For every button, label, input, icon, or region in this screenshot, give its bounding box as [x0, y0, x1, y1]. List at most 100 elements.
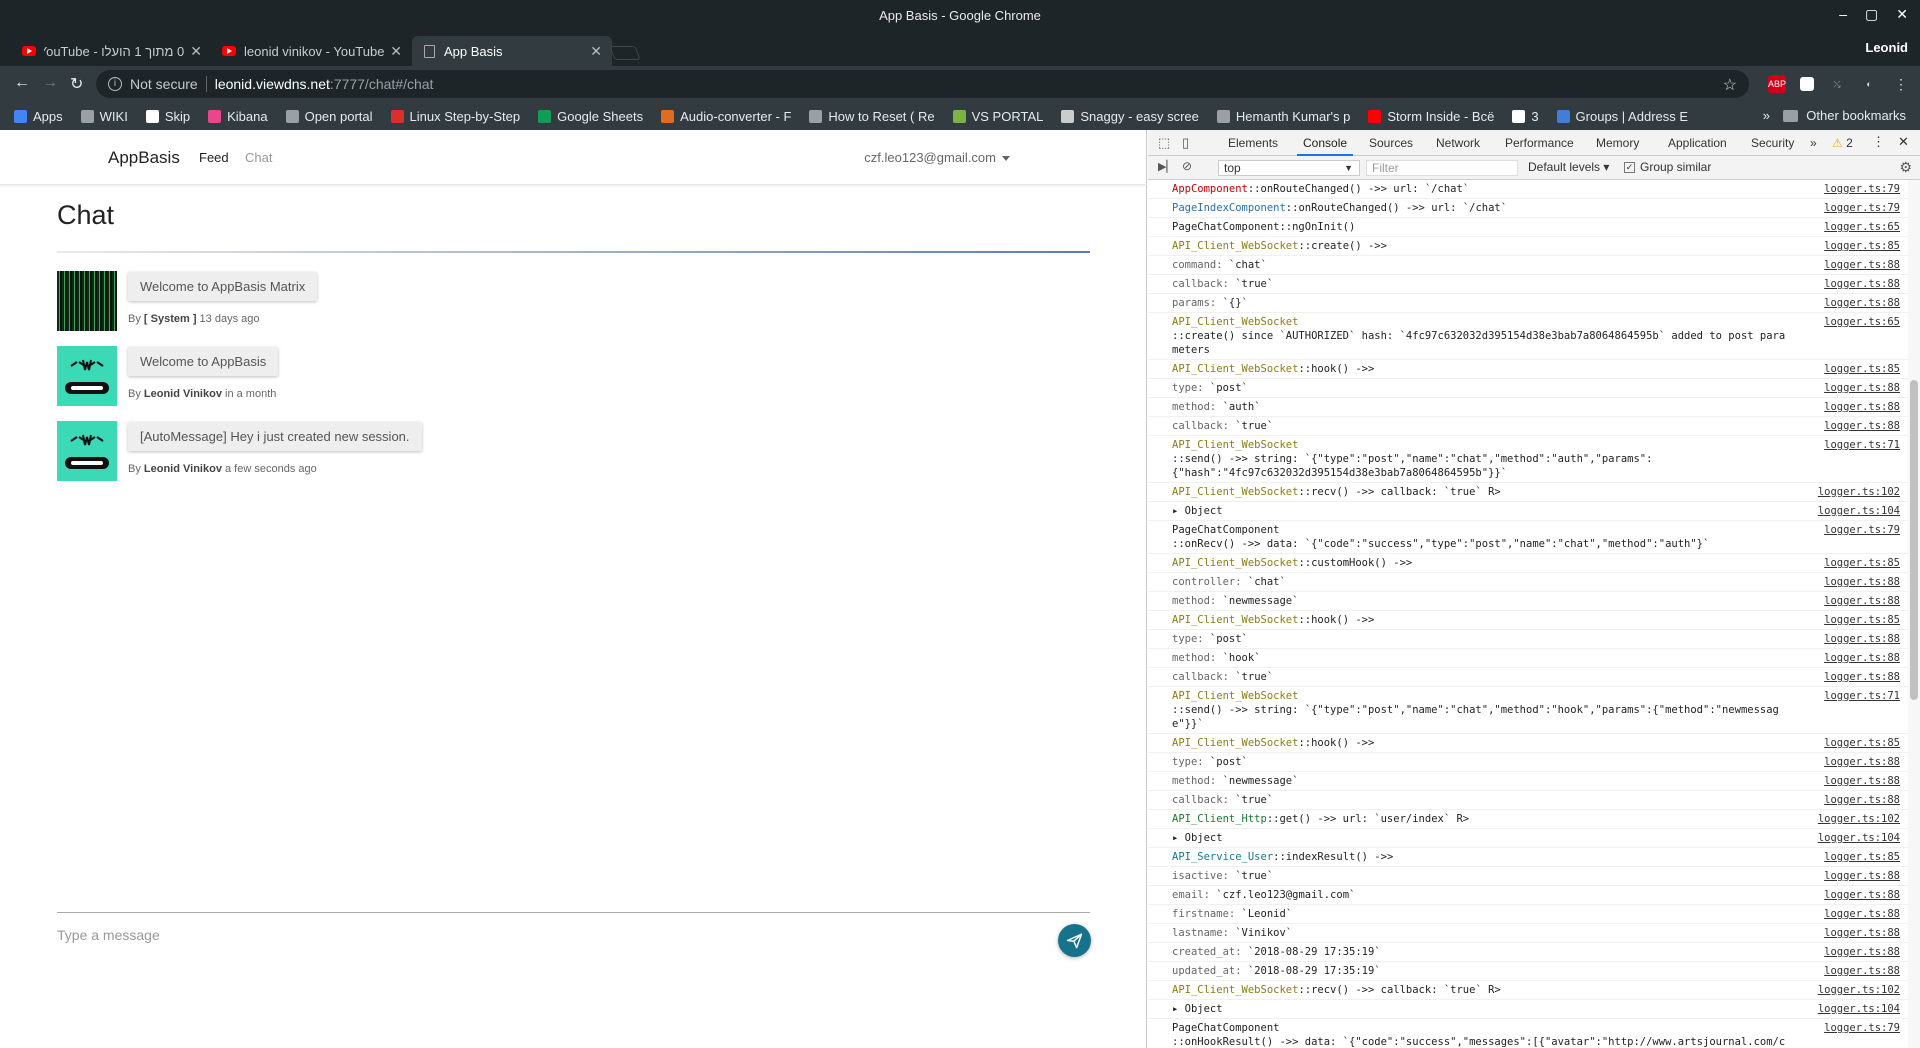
console-source-link[interactable]: logger.ts:88: [1824, 381, 1900, 395]
console-source-link[interactable]: logger.ts:104: [1818, 831, 1900, 845]
context-selector[interactable]: top ▼: [1218, 160, 1360, 176]
console-source-link[interactable]: logger.ts:104: [1818, 504, 1900, 518]
console-source-link[interactable]: logger.ts:88: [1824, 419, 1900, 433]
console-source-name[interactable]: ▸ Object: [1172, 505, 1223, 517]
console-scrollbar[interactable]: [1908, 180, 1920, 1048]
devtools-menu-icon[interactable]: ⋮: [1872, 134, 1885, 150]
browser-tab-youtube-channel[interactable]: leonid vinikov - YouTube ✕: [212, 36, 412, 66]
show-sidebar-icon[interactable]: ▶▏: [1158, 160, 1175, 173]
bookmarks-overflow-button[interactable]: »: [1763, 108, 1770, 123]
console-source-link[interactable]: logger.ts:79: [1824, 1021, 1900, 1035]
extension-moon-icon[interactable]: ◐: [1860, 75, 1878, 93]
devtools-tab-network[interactable]: Network: [1436, 136, 1480, 150]
scrollbar-thumb[interactable]: [1910, 380, 1918, 700]
device-toggle-icon[interactable]: ▯: [1182, 135, 1189, 151]
other-bookmarks-folder[interactable]: Other bookmarks: [1783, 108, 1906, 123]
bookmark-star-icon[interactable]: ☆: [1723, 75, 1737, 95]
console-source-link[interactable]: logger.ts:88: [1824, 670, 1900, 684]
devtools-tab-sources[interactable]: Sources: [1369, 136, 1413, 150]
devtools-tab-application[interactable]: Application: [1668, 136, 1727, 150]
bookmark-item[interactable]: Linux Step-by-Step: [390, 109, 520, 124]
console-source-link[interactable]: logger.ts:85: [1824, 239, 1900, 253]
bookmark-item[interactable]: Snaggy - easy scree: [1061, 109, 1199, 124]
devtools-tab-console[interactable]: Console: [1296, 136, 1354, 156]
console-source-link[interactable]: logger.ts:88: [1824, 594, 1900, 608]
send-button[interactable]: [1058, 924, 1091, 957]
close-window-button[interactable]: ✕: [1896, 6, 1908, 23]
console-source-link[interactable]: logger.ts:85: [1824, 362, 1900, 376]
bookmark-item[interactable]: Apps: [14, 109, 63, 124]
bookmark-item[interactable]: Hemanth Kumar's p: [1216, 109, 1350, 124]
message-input[interactable]: [57, 927, 957, 943]
console-source-link[interactable]: logger.ts:85: [1824, 556, 1900, 570]
group-similar-toggle[interactable]: ✓ Group similar: [1624, 160, 1711, 174]
console-source-link[interactable]: logger.ts:88: [1824, 869, 1900, 883]
console-source-link[interactable]: logger.ts:88: [1824, 907, 1900, 921]
browser-tab-app-basis[interactable]: App Basis ✕: [412, 36, 612, 66]
console-source-link[interactable]: logger.ts:88: [1824, 296, 1900, 310]
devtools-tab-security[interactable]: Security: [1751, 136, 1794, 150]
console-source-link[interactable]: logger.ts:85: [1824, 736, 1900, 750]
console-source-link[interactable]: logger.ts:88: [1824, 945, 1900, 959]
bookmark-item[interactable]: VS PORTAL: [952, 109, 1043, 124]
nav-feed-link[interactable]: Feed: [199, 150, 229, 165]
reload-icon[interactable]: ↻: [70, 74, 83, 94]
console-source-link[interactable]: logger.ts:88: [1824, 575, 1900, 589]
minimize-button[interactable]: –: [1839, 6, 1847, 23]
close-tab-icon[interactable]: ✕: [190, 43, 202, 60]
console-source-name[interactable]: ▸ Object: [1172, 832, 1223, 844]
bookmark-item[interactable]: WIKI: [80, 109, 128, 124]
console-source-link[interactable]: logger.ts:104: [1818, 1002, 1900, 1016]
console-source-link[interactable]: logger.ts:65: [1824, 315, 1900, 329]
clear-console-icon[interactable]: ⊘: [1182, 159, 1192, 173]
adblock-icon[interactable]: ABP: [1768, 75, 1786, 93]
extension-square-icon[interactable]: [1800, 77, 1814, 91]
devtools-tab-performance[interactable]: Performance: [1505, 136, 1574, 150]
console-source-link[interactable]: logger.ts:88: [1824, 793, 1900, 807]
close-tab-icon[interactable]: ✕: [390, 43, 402, 60]
log-levels-dropdown[interactable]: Default levels ▾: [1528, 160, 1609, 174]
console-source-link[interactable]: logger.ts:88: [1824, 400, 1900, 414]
devtools-tab-elements[interactable]: Elements: [1228, 136, 1278, 150]
close-tab-icon[interactable]: ✕: [590, 43, 602, 60]
console-source-link[interactable]: logger.ts:65: [1824, 220, 1900, 234]
bookmark-item[interactable]: Google Sheets: [538, 109, 643, 124]
console-source-link[interactable]: logger.ts:88: [1824, 774, 1900, 788]
bookmark-item[interactable]: Skip: [145, 109, 190, 124]
inspect-element-icon[interactable]: ⬚: [1158, 135, 1170, 151]
app-brand[interactable]: AppBasis: [108, 148, 180, 168]
console-source-link[interactable]: logger.ts:71: [1824, 689, 1900, 703]
chrome-menu-icon[interactable]: ⋮: [1892, 75, 1910, 93]
bookmark-item[interactable]: 3: [1512, 109, 1539, 124]
bookmark-item[interactable]: Open portal: [285, 109, 373, 124]
browser-tab-youtube-upload[interactable]: 0 מתוך 1 הועלו - YouTube ✕: [12, 36, 212, 66]
gear-icon[interactable]: ⚙: [1899, 159, 1912, 176]
console-source-link[interactable]: logger.ts:88: [1824, 651, 1900, 665]
new-tab-button[interactable]: [609, 46, 641, 60]
info-icon[interactable]: i: [108, 77, 122, 91]
console-source-link[interactable]: logger.ts:88: [1824, 964, 1900, 978]
back-arrow-icon[interactable]: ←: [14, 74, 30, 92]
devtools-more-tabs[interactable]: »: [1810, 136, 1817, 150]
console-source-name[interactable]: ▸ Object: [1172, 1003, 1223, 1015]
bookmark-item[interactable]: Groups | Address E: [1556, 109, 1688, 124]
extension-arrows-icon[interactable]: ⤯: [1828, 75, 1846, 93]
warnings-counter[interactable]: ⚠ 2: [1832, 136, 1853, 150]
console-source-link[interactable]: logger.ts:71: [1824, 438, 1900, 452]
console-source-link[interactable]: logger.ts:88: [1824, 632, 1900, 646]
console-filter-input[interactable]: Filter: [1366, 160, 1518, 176]
console-source-link[interactable]: logger.ts:102: [1818, 812, 1900, 826]
console-source-link[interactable]: logger.ts:88: [1824, 926, 1900, 940]
console-source-link[interactable]: logger.ts:88: [1824, 888, 1900, 902]
user-menu[interactable]: czf.leo123@gmail.com: [864, 150, 1010, 165]
console-source-link[interactable]: logger.ts:79: [1824, 523, 1900, 537]
not-secure-label[interactable]: Not secure: [130, 76, 198, 92]
address-bar[interactable]: i Not secure leonid.viewdns.net :7777/ch…: [96, 70, 1749, 98]
console-source-link[interactable]: logger.ts:88: [1824, 258, 1900, 272]
bookmark-item[interactable]: Kibana: [208, 109, 268, 124]
console-source-link[interactable]: logger.ts:85: [1824, 850, 1900, 864]
console-source-link[interactable]: logger.ts:102: [1818, 983, 1900, 997]
console-source-link[interactable]: logger.ts:88: [1824, 277, 1900, 291]
console-source-link[interactable]: logger.ts:79: [1824, 201, 1900, 215]
checkbox-checked-icon[interactable]: ✓: [1624, 161, 1635, 173]
